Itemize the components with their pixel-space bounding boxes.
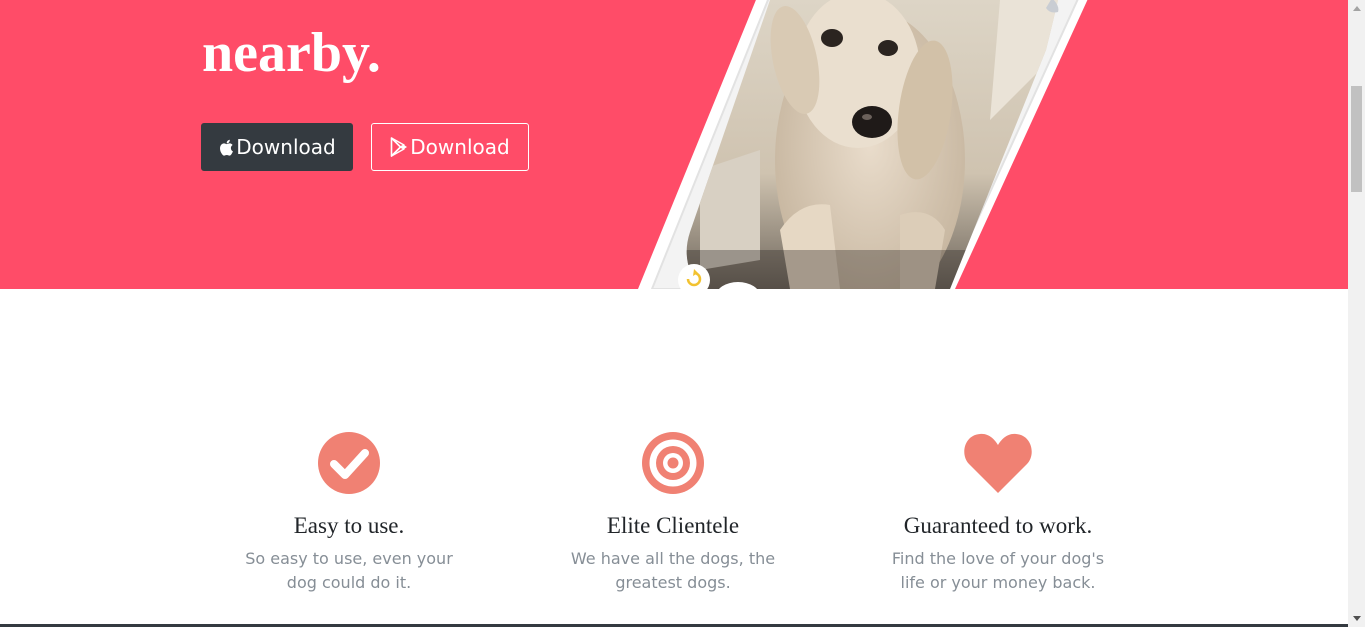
check-circle-icon bbox=[318, 432, 380, 494]
scroll-up-arrow-icon[interactable] bbox=[1348, 0, 1365, 17]
hero-section: nearby. Download Download bbox=[0, 0, 1348, 289]
feature-description: Find the love of your dog's life or your… bbox=[891, 549, 1105, 592]
features-section: Easy to use. So easy to use, even your d… bbox=[0, 289, 1348, 627]
feature-description: We have all the dogs, the greatest dogs. bbox=[570, 549, 776, 592]
scrollbar-thumb[interactable] bbox=[1351, 86, 1362, 192]
feature-description: So easy to use, even your dog could do i… bbox=[245, 549, 453, 592]
feature-title: Guaranteed to work. bbox=[903, 513, 1093, 538]
page-viewport: nearby. Download Download Easy to use. S… bbox=[0, 0, 1348, 627]
vertical-scrollbar[interactable] bbox=[1348, 0, 1365, 627]
feature-title: Elite Clientele bbox=[606, 513, 740, 538]
phone-mockup-image bbox=[638, 0, 1088, 289]
feature-elite-clientele: Elite Clientele We have all the dogs, th… bbox=[523, 431, 823, 595]
target-icon bbox=[642, 432, 704, 494]
scroll-down-arrow-icon[interactable] bbox=[1348, 610, 1365, 627]
heart-icon bbox=[964, 433, 1032, 493]
feature-guaranteed: Guaranteed to work. Find the love of you… bbox=[848, 431, 1148, 595]
feature-easy-to-use: Easy to use. So easy to use, even your d… bbox=[199, 431, 499, 595]
feature-title: Easy to use. bbox=[293, 513, 405, 538]
